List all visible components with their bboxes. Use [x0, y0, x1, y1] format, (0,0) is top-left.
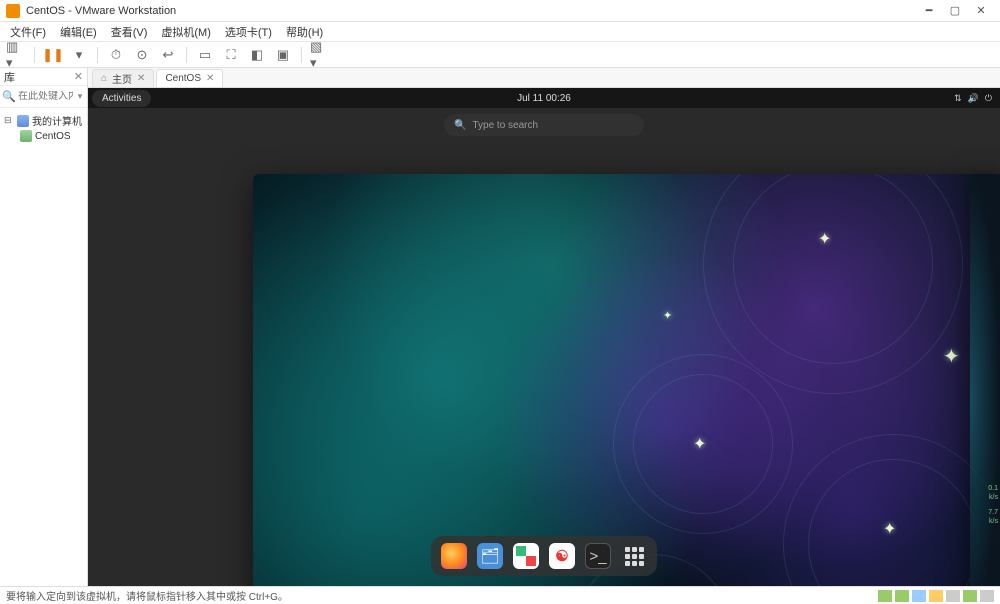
- dock-help[interactable]: ☯: [549, 543, 575, 569]
- sidebar-close-button[interactable]: ✕: [74, 70, 83, 83]
- sidebar-search: 🔍 ▾: [0, 86, 87, 108]
- tree-item-centos[interactable]: CentOS: [2, 129, 85, 143]
- expand-icon: ⊟: [4, 115, 14, 126]
- fit-guest-button[interactable]: ▭: [195, 45, 215, 65]
- unity-button[interactable]: ◧: [247, 45, 267, 65]
- menu-tabs[interactable]: 选项卡(T): [219, 22, 278, 42]
- workspace-preview[interactable]: ✦ ✦ ✦ ✦ ✦: [253, 174, 1000, 586]
- tab-home-close[interactable]: ✕: [137, 73, 145, 84]
- minimize-button[interactable]: ━: [916, 2, 942, 20]
- gnome-top-bar: Activities Jul 11 00:26 ⇅ 🔊 ⏻: [88, 88, 1000, 108]
- vm-viewport[interactable]: Activities Jul 11 00:26 ⇅ 🔊 ⏻ 🔍 Type to …: [88, 88, 1000, 586]
- gnome-dock: 🗂 ☯ >_: [431, 536, 657, 576]
- status-hint: 要将输入定向到该虚拟机，请将鼠标指针移入其中或按 Ctrl+G。: [6, 588, 288, 603]
- search-icon: 🔍: [0, 90, 18, 103]
- tab-centos-label: CentOS: [165, 73, 201, 84]
- tab-strip: ⌂ 主页 ✕ CentOS ✕: [88, 68, 1000, 88]
- status-device-icon[interactable]: [878, 590, 892, 602]
- power-dropdown-button[interactable]: ▾: [69, 45, 89, 65]
- library-tree: ⊟ 我的计算机 CentOS: [0, 108, 87, 147]
- app-icon: [6, 4, 20, 18]
- toolbar-more-button[interactable]: ▧ ▾: [310, 45, 330, 65]
- menu-view[interactable]: 查看(V): [105, 22, 154, 42]
- dock-software[interactable]: [513, 543, 539, 569]
- power-icon: ⏻: [985, 93, 992, 104]
- status-device-icon[interactable]: [946, 590, 960, 602]
- status-device-icon[interactable]: [929, 590, 943, 602]
- dock-terminal[interactable]: >_: [585, 543, 611, 569]
- status-device-icon[interactable]: [980, 590, 994, 602]
- tree-root-my-computer[interactable]: ⊟ 我的计算机: [2, 112, 85, 129]
- search-icon: 🔍: [454, 120, 466, 131]
- tab-home[interactable]: ⌂ 主页 ✕: [92, 69, 154, 87]
- menu-bar: 文件(F) 编辑(E) 查看(V) 虚拟机(M) 选项卡(T) 帮助(H): [0, 22, 1000, 42]
- menu-vm[interactable]: 虚拟机(M): [155, 22, 217, 42]
- network-gauge: 0.1k/s 7.7k/s: [988, 484, 998, 526]
- gnome-system-tray[interactable]: ⇅ 🔊 ⏻: [954, 93, 992, 104]
- dock-firefox[interactable]: [441, 543, 467, 569]
- toolbar: ▥ ▾ ❚❚ ▾ ⏱ ⊙ ↩ ▭ ⛶ ◧ ▣ ▧ ▾: [0, 42, 1000, 68]
- pause-button[interactable]: ❚❚: [43, 45, 63, 65]
- fullscreen-button[interactable]: ⛶: [221, 45, 241, 65]
- dock-show-apps[interactable]: [621, 543, 647, 569]
- library-sidebar: 库 ✕ 🔍 ▾ ⊟ 我的计算机 CentOS: [0, 68, 88, 586]
- tab-centos-close[interactable]: ✕: [206, 73, 214, 84]
- status-device-icon[interactable]: [895, 590, 909, 602]
- content-area: ⌂ 主页 ✕ CentOS ✕ Activities Jul 11 00:26 …: [88, 68, 1000, 586]
- revert-button[interactable]: ↩: [158, 45, 178, 65]
- status-bar: 要将输入定向到该虚拟机，请将鼠标指针移入其中或按 Ctrl+G。: [0, 586, 1000, 604]
- tree-root-label: 我的计算机: [32, 113, 82, 128]
- volume-icon: 🔊: [968, 93, 979, 104]
- gnome-search-bar[interactable]: 🔍 Type to search: [444, 114, 644, 136]
- sidebar-title: 库: [4, 69, 15, 85]
- wallpaper-nebula: ✦ ✦ ✦ ✦ ✦: [253, 174, 1000, 586]
- snapshot-manager-button[interactable]: ⊙: [132, 45, 152, 65]
- snapshot-button[interactable]: ⏱: [106, 45, 126, 65]
- close-button[interactable]: ✕: [968, 2, 994, 20]
- home-icon: ⌂: [101, 73, 107, 84]
- tab-home-label: 主页: [112, 71, 132, 86]
- tab-centos[interactable]: CentOS ✕: [156, 69, 223, 87]
- menu-edit[interactable]: 编辑(E): [54, 22, 103, 42]
- status-device-icon[interactable]: [963, 590, 977, 602]
- window-titlebar: CentOS - VMware Workstation ━ ▢ ✕: [0, 0, 1000, 22]
- stretch-button[interactable]: ▣: [273, 45, 293, 65]
- gnome-clock[interactable]: Jul 11 00:26: [517, 93, 571, 104]
- library-toggle-button[interactable]: ▥ ▾: [6, 45, 26, 65]
- dock-files[interactable]: 🗂: [477, 543, 503, 569]
- search-dropdown-button[interactable]: ▾: [73, 91, 87, 102]
- status-device-icon[interactable]: [912, 590, 926, 602]
- gnome-search-placeholder: Type to search: [472, 120, 538, 131]
- tree-item-label: CentOS: [35, 131, 71, 142]
- computer-icon: [17, 115, 29, 127]
- vm-icon: [20, 130, 32, 142]
- maximize-button[interactable]: ▢: [942, 2, 968, 20]
- window-title: CentOS - VMware Workstation: [26, 5, 916, 17]
- network-icon: ⇅: [954, 93, 962, 104]
- gnome-activities-button[interactable]: Activities: [92, 90, 151, 107]
- sidebar-search-input[interactable]: [18, 91, 73, 102]
